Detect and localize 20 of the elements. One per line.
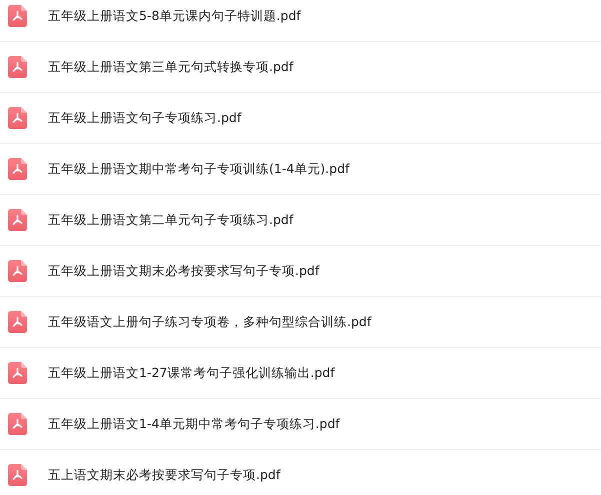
file-name[interactable]: 五年级上册语文第二单元句子专项练习.pdf (48, 212, 294, 228)
pdf-file-icon (8, 5, 27, 27)
file-name[interactable]: 五年级上册语文句子专项练习.pdf (48, 110, 242, 126)
file-name[interactable]: 五年级上册语文5-8单元课内句子特训题.pdf (48, 8, 301, 24)
pdf-file-icon (8, 413, 27, 435)
pdf-file-icon (8, 362, 27, 384)
file-name[interactable]: 五年级上册语文1-4单元期中常考句子专项练习.pdf (48, 416, 340, 432)
pdf-file-icon (8, 158, 27, 180)
pdf-file-icon (8, 260, 27, 282)
file-name[interactable]: 五年级上册语文1-27课常考句子强化训练输出.pdf (48, 364, 335, 382)
pdf-file-icon (8, 56, 27, 78)
pdf-file-icon (8, 311, 27, 333)
pdf-file-icon (8, 107, 27, 129)
file-name[interactable]: 五年级语文上册句子练习专项卷，多种句型综合训练.pdf (48, 314, 372, 330)
file-name[interactable]: 五上语文期末必考按要求写句子专项.pdf (48, 466, 280, 484)
file-name[interactable]: 五年级上册语文期末必考按要求写句子专项.pdf (48, 262, 320, 280)
pdf-file-icon (8, 209, 27, 231)
file-name[interactable]: 五年级上册语文期中常考句子专项训练(1-4单元).pdf (48, 160, 350, 178)
pdf-file-icon (8, 464, 27, 486)
file-name[interactable]: 五年级上册语文第三单元句式转换专项.pdf (48, 58, 294, 76)
